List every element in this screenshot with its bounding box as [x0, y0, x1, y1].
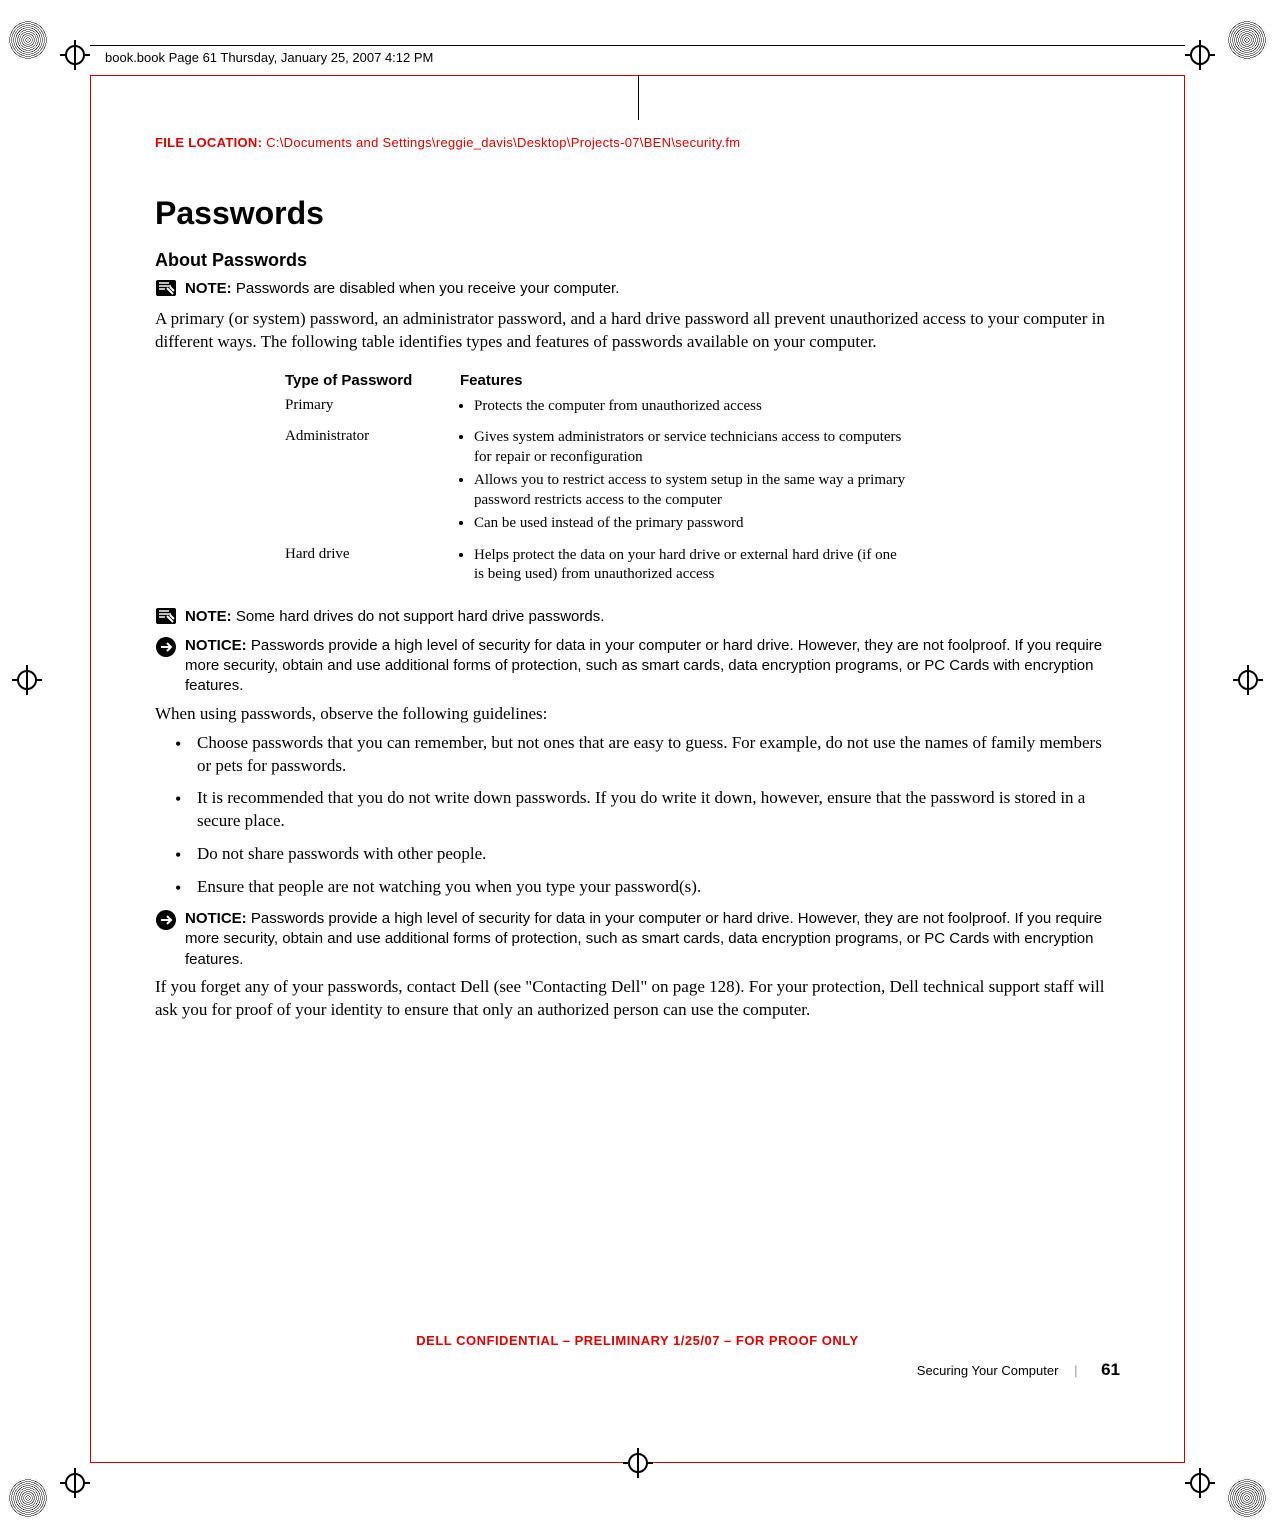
note-block: NOTE: Passwords are disabled when you re… [155, 279, 1120, 302]
crop-mark-icon [12, 665, 42, 695]
center-mark-icon [638, 75, 639, 120]
notice-block: NOTICE: Passwords provide a high level o… [155, 636, 1120, 697]
feature-item: Allows you to restrict access to system … [474, 471, 910, 510]
notice-icon [155, 636, 179, 663]
password-type-cell: Primary [285, 393, 460, 425]
file-location-label: FILE LOCATION: [155, 135, 262, 150]
heading-1: Passwords [155, 195, 1120, 232]
table-row: Administrator Gives system administrators… [285, 424, 910, 542]
body-paragraph: When using passwords, observe the follow… [155, 703, 1120, 726]
password-type-cell: Hard drive [285, 542, 460, 593]
password-features-cell: Gives system administrators or service t… [460, 424, 910, 542]
crop-mark-icon [1185, 40, 1215, 70]
feature-item: Gives system administrators or service t… [474, 428, 910, 467]
crop-mark-icon [1233, 665, 1263, 695]
printer-mark-icon [8, 20, 48, 60]
feature-item: Protects the computer from unauthorized … [474, 397, 910, 417]
heading-2: About Passwords [155, 250, 1120, 271]
body-paragraph: If you forget any of your passwords, con… [155, 976, 1120, 1022]
notice-icon [155, 909, 179, 936]
body-paragraph: A primary (or system) password, an admin… [155, 308, 1120, 354]
notice-block: NOTICE: Passwords provide a high level o… [155, 909, 1120, 970]
note-text: NOTE: Passwords are disabled when you re… [185, 279, 619, 299]
guidelines-list: Choose passwords that you can remember, … [155, 732, 1120, 900]
header-rule [90, 45, 1185, 46]
printer-mark-icon [1227, 1478, 1267, 1518]
notice-text: NOTICE: Passwords provide a high level o… [185, 636, 1120, 697]
footer-section-name: Securing Your Computer [917, 1363, 1059, 1378]
center-mark-icon [623, 1448, 653, 1478]
note-text: NOTE: Some hard drives do not support ha… [185, 607, 604, 627]
guideline-item: Ensure that people are not watching you … [197, 876, 1120, 899]
password-features-cell: Helps protect the data on your hard driv… [460, 542, 910, 593]
printer-mark-icon [8, 1478, 48, 1518]
footer-separator: | [1074, 1363, 1077, 1378]
password-features-cell: Protects the computer from unauthorized … [460, 393, 910, 425]
crop-mark-icon [60, 1468, 90, 1498]
guideline-item: It is recommended that you do not write … [197, 787, 1120, 833]
guideline-item: Choose passwords that you can remember, … [197, 732, 1120, 778]
page-header-text: book.book Page 61 Thursday, January 25, … [105, 50, 433, 65]
col-header-type: Type of Password [285, 368, 460, 393]
footer-page: Securing Your Computer | 61 [917, 1360, 1120, 1380]
feature-item: Helps protect the data on your hard driv… [474, 546, 910, 585]
crop-mark-icon [60, 40, 90, 70]
footer-confidential: DELL CONFIDENTIAL – PRELIMINARY 1/25/07 … [155, 1333, 1120, 1348]
table-row: Hard drive Helps protect the data on your… [285, 542, 910, 593]
col-header-features: Features [460, 368, 910, 393]
password-type-cell: Administrator [285, 424, 460, 542]
page-content: FILE LOCATION: C:\Documents and Settings… [155, 135, 1120, 1408]
crop-mark-icon [1185, 1468, 1215, 1498]
note-icon [155, 279, 179, 302]
note-icon [155, 607, 179, 630]
note-block: NOTE: Some hard drives do not support ha… [155, 607, 1120, 630]
footer-page-number: 61 [1101, 1360, 1120, 1379]
table-header-row: Type of Password Features [285, 368, 910, 393]
file-location-path: C:\Documents and Settings\reggie_davis\D… [266, 135, 740, 150]
notice-text: NOTICE: Passwords provide a high level o… [185, 909, 1120, 970]
file-location: FILE LOCATION: C:\Documents and Settings… [155, 135, 1120, 150]
guideline-item: Do not share passwords with other people… [197, 843, 1120, 866]
feature-item: Can be used instead of the primary passw… [474, 514, 910, 534]
table-row: Primary Protects the computer from unauth… [285, 393, 910, 425]
password-table: Type of Password Features Primary Protect… [285, 368, 910, 593]
printer-mark-icon [1227, 20, 1267, 60]
